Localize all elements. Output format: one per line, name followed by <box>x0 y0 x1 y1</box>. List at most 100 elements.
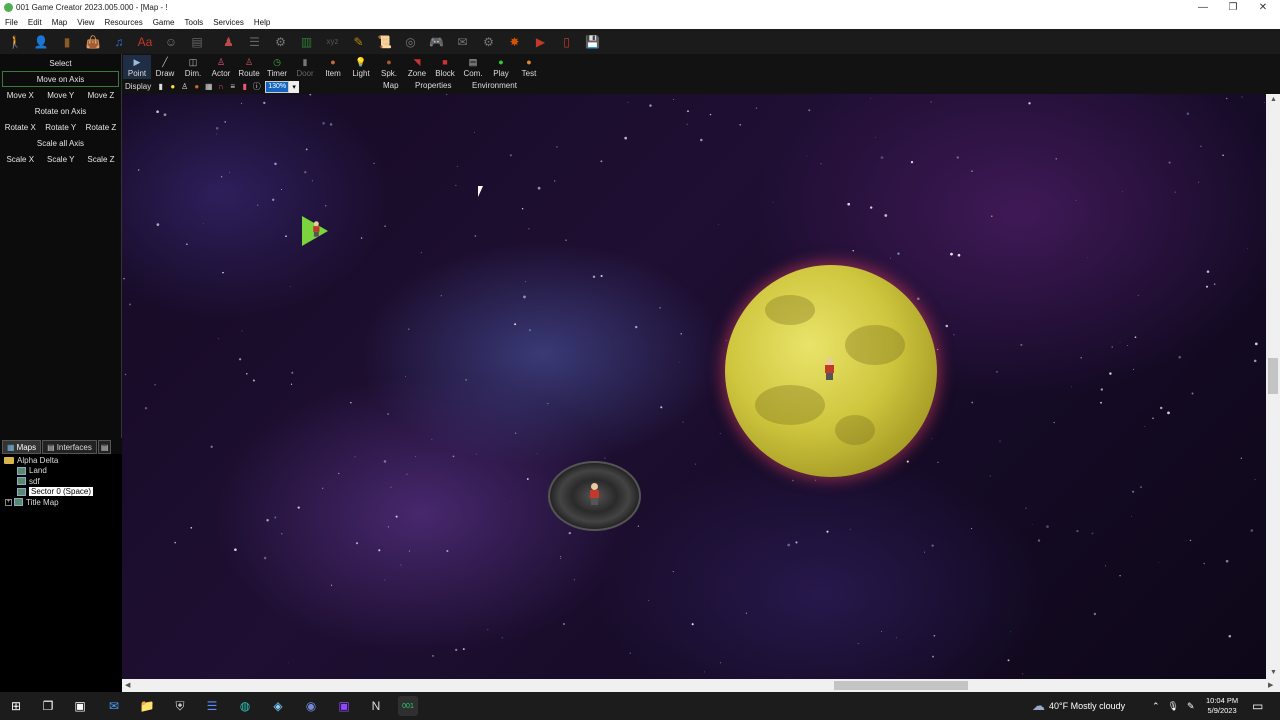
mode-play-button[interactable]: ● Play <box>487 55 515 79</box>
restore-button[interactable]: ❐ <box>1218 0 1248 15</box>
tab-extra[interactable]: ▤ <box>97 440 112 454</box>
vertical-scroll-thumb[interactable] <box>1268 358 1278 394</box>
rotate-z-button[interactable]: Rotate Z <box>86 123 117 132</box>
tree-item-sector-0[interactable]: Sector 0 (Space) <box>0 487 122 498</box>
item-bag-icon[interactable]: 👜 <box>83 31 104 52</box>
gamepad-icon[interactable]: 🎮 <box>426 31 447 52</box>
menu-tools[interactable]: Tools <box>180 18 209 27</box>
mode-com-button[interactable]: ▤ Com. <box>459 55 487 79</box>
tab-environment[interactable]: Environment <box>472 81 517 90</box>
mode-item-button[interactable]: ● Item <box>319 55 347 79</box>
discord-icon[interactable]: ◉ <box>301 696 321 716</box>
scroll-up-icon[interactable]: ▲ <box>1270 96 1277 103</box>
mode-test-button[interactable]: ● Test <box>515 55 543 79</box>
minimize-button[interactable]: — <box>1188 0 1218 15</box>
light-bulb-icon[interactable]: ● <box>168 82 177 92</box>
notification-icon[interactable]: ▭ <box>1252 692 1263 720</box>
group-icon[interactable]: ♟ <box>218 31 239 52</box>
mode-dim-button[interactable]: ◫ Dim. <box>179 55 207 79</box>
select-button[interactable]: Select <box>0 55 121 71</box>
bar-icon[interactable]: ▮ <box>156 82 165 92</box>
mode-block-button[interactable]: ■ Block <box>431 55 459 79</box>
scroll-down-icon[interactable]: ▼ <box>1270 669 1277 676</box>
info-icon[interactable]: ⓘ <box>252 82 261 92</box>
music-icon[interactable]: ♫ <box>109 31 130 52</box>
menu-file[interactable]: File <box>0 18 23 27</box>
mode-point-button[interactable]: ▶ Point <box>123 55 151 79</box>
mode-route-button[interactable]: ♙ Route <box>235 55 263 79</box>
xyz-icon[interactable]: xyz <box>322 31 343 52</box>
windows-start-icon[interactable]: ⊞ <box>6 696 26 716</box>
mode-actor-button[interactable]: ♙ Actor <box>207 55 235 79</box>
media-icon[interactable]: ▶ <box>530 31 551 52</box>
save-icon[interactable]: 💾 <box>582 31 603 52</box>
note-icon[interactable]: ✉ <box>452 31 473 52</box>
vertical-scrollbar[interactable]: ▲ ▼ <box>1266 94 1280 679</box>
phone-icon[interactable]: ▯ <box>556 31 577 52</box>
pen-icon[interactable]: ✎ <box>1187 701 1195 712</box>
actor-editor-icon[interactable]: 🚶 <box>5 31 26 52</box>
scroll-right-icon[interactable]: ▶ <box>1268 681 1273 689</box>
station-actor-sprite[interactable] <box>588 483 600 505</box>
stack-icon[interactable]: ◎ <box>400 31 421 52</box>
figure-icon[interactable]: ☺ <box>161 31 182 52</box>
actor-toggle-icon[interactable]: ♙ <box>180 82 189 92</box>
game-creator-taskbar-icon[interactable]: 001 <box>398 696 418 716</box>
chevron-up-icon[interactable]: ⌃ <box>1152 701 1160 712</box>
mode-draw-button[interactable]: ╱ Draw <box>151 55 179 79</box>
menu-edit[interactable]: Edit <box>23 18 47 27</box>
clock[interactable]: 10:04 PM 5/9/2023 <box>1206 692 1238 720</box>
rotate-y-button[interactable]: Rotate Y <box>45 123 76 132</box>
scroll-left-icon[interactable]: ◀ <box>125 681 130 689</box>
tab-interfaces[interactable]: ▤ Interfaces <box>42 440 97 454</box>
mail-icon[interactable]: ✉ <box>104 696 124 716</box>
rotate-on-axis-button[interactable]: Rotate on Axis <box>0 103 121 119</box>
horizontal-scrollbar[interactable]: ◀ ▶ <box>122 679 1280 692</box>
mode-spk-button[interactable]: ● Spk. <box>375 55 403 79</box>
move-x-button[interactable]: Move X <box>7 91 34 100</box>
weather-widget[interactable]: ☁ 40°F Mostly cloudy <box>1032 692 1125 720</box>
tree-item-sdf[interactable]: sdf <box>0 476 122 487</box>
map-canvas[interactable] <box>122 94 1266 679</box>
mode-door-button[interactable]: ▮ Door <box>291 55 319 79</box>
move-on-axis-button[interactable]: Move on Axis <box>2 71 119 87</box>
tab-properties[interactable]: Properties <box>415 81 451 90</box>
tab-map[interactable]: Map <box>383 81 399 90</box>
magnet-icon[interactable]: ∩ <box>216 82 225 92</box>
edge-browser-icon[interactable]: ◍ <box>235 696 255 716</box>
app-window-icon[interactable]: ▣ <box>70 696 90 716</box>
ship-actor-sprite[interactable] <box>312 221 320 237</box>
menu-view[interactable]: View <box>72 18 99 27</box>
mode-zone-button[interactable]: ◥ Zone <box>403 55 431 79</box>
script-icon[interactable]: ✎ <box>348 31 369 52</box>
rotate-x-button[interactable]: Rotate X <box>5 123 36 132</box>
expand-icon[interactable]: + <box>5 498 12 506</box>
horizontal-scroll-thumb[interactable] <box>834 681 968 690</box>
item-toggle-icon[interactable]: ● <box>192 82 201 92</box>
scale-z-button[interactable]: Scale Z <box>87 155 114 164</box>
variables-icon[interactable]: ⚙ <box>270 31 291 52</box>
move-z-button[interactable]: Move Z <box>88 91 115 100</box>
close-button[interactable]: ✕ <box>1248 0 1278 15</box>
compile-icon[interactable]: ✸ <box>504 31 525 52</box>
mode-light-button[interactable]: 💡 Light <box>347 55 375 79</box>
door-icon[interactable]: ▮ <box>57 31 78 52</box>
tree-item-title-map[interactable]: + Title Map <box>0 497 122 508</box>
scroll-icon[interactable]: 📜 <box>374 31 395 52</box>
chart-icon[interactable]: ▥ <box>296 31 317 52</box>
task-view-icon[interactable]: ❐ <box>38 696 58 716</box>
twitch-icon[interactable]: ▣ <box>334 696 354 716</box>
tree-item-land[interactable]: Land <box>0 466 122 477</box>
gear-icon[interactable]: ⚙ <box>478 31 499 52</box>
tree-item-alpha-delta[interactable]: Alpha Delta <box>0 455 122 466</box>
layers-icon[interactable]: ≡ <box>228 82 237 92</box>
notion-icon[interactable]: N <box>366 696 386 716</box>
database-icon[interactable]: ▤ <box>187 31 208 52</box>
font-icon[interactable]: Aa <box>135 31 156 52</box>
zoom-select[interactable]: 130% ▾ <box>265 80 300 93</box>
menu-help[interactable]: Help <box>249 18 275 27</box>
scale-x-button[interactable]: Scale X <box>6 155 34 164</box>
planet-actor-sprite[interactable] <box>823 358 835 380</box>
list-icon[interactable]: ☰ <box>244 31 265 52</box>
menu-resources[interactable]: Resources <box>99 18 147 27</box>
